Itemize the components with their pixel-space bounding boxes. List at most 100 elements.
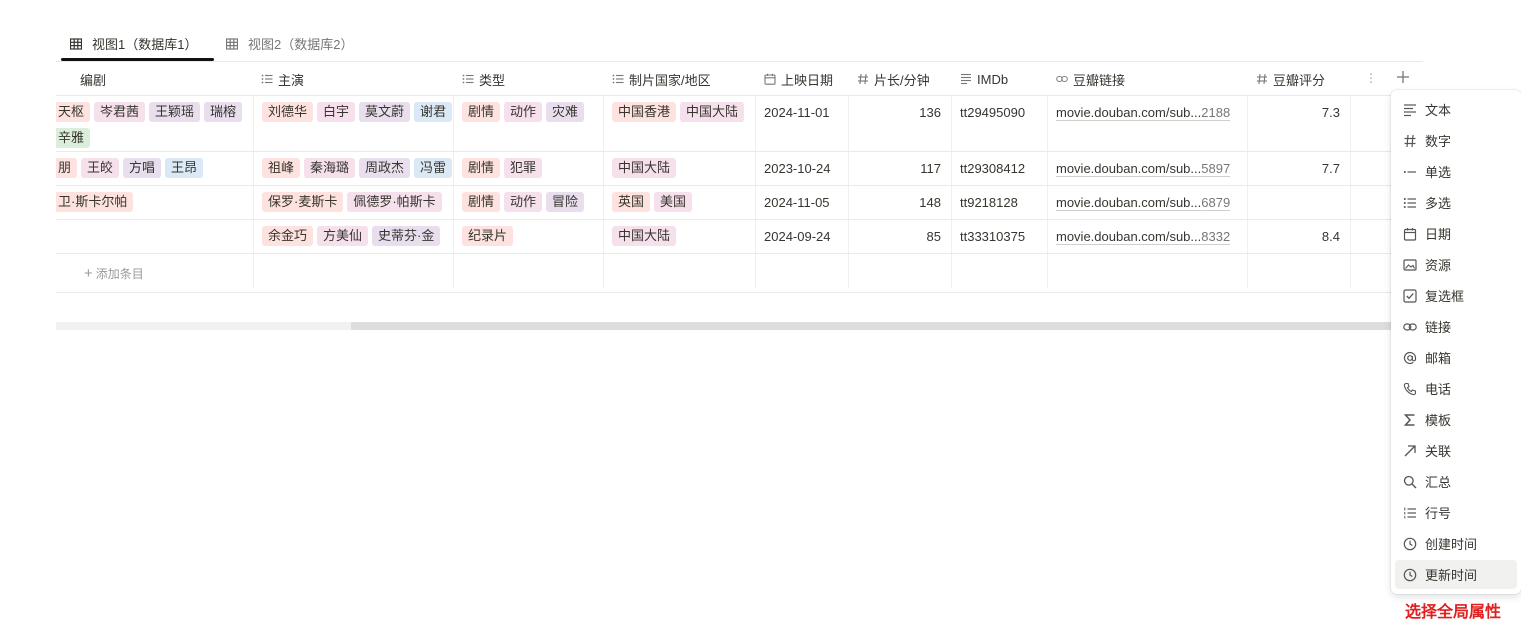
menu-item-email[interactable]: 邮箱 bbox=[1395, 343, 1517, 372]
menu-item-rollup[interactable]: 汇总 bbox=[1395, 467, 1517, 496]
douban-rating-cell[interactable]: 8.4 bbox=[1248, 220, 1350, 253]
table-icon bbox=[226, 37, 238, 50]
genre-tag: 剧情 bbox=[462, 158, 501, 178]
release-date-cell[interactable]: 2023-10-24 bbox=[756, 152, 848, 185]
release-date-cell[interactable]: 2024-09-24 bbox=[756, 220, 848, 253]
phone-icon bbox=[1403, 382, 1417, 395]
douban-link-cell[interactable]: movie.douban.com/sub...5897 bbox=[1048, 152, 1247, 185]
menu-item-link[interactable]: 链接 bbox=[1395, 312, 1517, 341]
imdb-cell[interactable]: tt9218128 bbox=[952, 186, 1047, 219]
country-cell[interactable]: 中国大陆 bbox=[604, 152, 755, 185]
column-header-cast[interactable]: 主演 bbox=[253, 62, 453, 96]
column-header-release-date[interactable]: 上映日期 bbox=[756, 62, 848, 96]
writers-cell[interactable]: 卫·斯卡尔帕 bbox=[56, 186, 253, 219]
menu-item-template[interactable]: 模板 bbox=[1395, 405, 1517, 434]
menu-item-updated-time[interactable]: 更新时间 bbox=[1395, 560, 1517, 589]
douban-rating-cell[interactable]: 7.7 bbox=[1248, 152, 1350, 185]
cast-cell[interactable]: 保罗·麦斯卡 佩德罗·帕斯卡 bbox=[254, 186, 453, 219]
release-date-cell[interactable]: 2024-11-01 bbox=[756, 96, 848, 151]
column-header-length[interactable]: 片长/分钟 bbox=[849, 62, 951, 96]
menu-item-text[interactable]: 文本 bbox=[1395, 95, 1517, 124]
genre-cell[interactable]: 剧情 犯罪 bbox=[454, 152, 603, 185]
table-row[interactable]: 天枢 岑君茜 王颖瑶 瑞榕 辛雅 刘德华 白宇 莫文蔚 谢君 剧情 动作 灾难 bbox=[56, 96, 1423, 152]
calendar-icon bbox=[764, 73, 776, 85]
imdb-cell[interactable]: tt33310375 bbox=[952, 220, 1047, 253]
add-property-button[interactable] bbox=[1394, 68, 1412, 86]
tab-view-1[interactable]: 视图1（数据库1） bbox=[70, 26, 197, 61]
douban-rating-cell[interactable]: 7.3 bbox=[1248, 96, 1350, 151]
menu-item-label: 关联 bbox=[1425, 444, 1452, 459]
douban-link-cell[interactable]: movie.douban.com/sub...6879 bbox=[1048, 186, 1247, 219]
menu-item-row-number[interactable]: 行号 bbox=[1395, 498, 1517, 527]
add-entry-button[interactable]: + 添加条目 bbox=[56, 254, 1423, 293]
menu-item-single-select[interactable]: 单选 bbox=[1395, 157, 1517, 186]
column-label: 豆瓣链接 bbox=[1073, 72, 1126, 88]
imdb-cell[interactable]: tt29495090 bbox=[952, 96, 1047, 151]
length-cell[interactable]: 85 bbox=[849, 220, 951, 253]
menu-item-resource[interactable]: 资源 bbox=[1395, 250, 1517, 279]
release-date-cell[interactable]: 2024-11-05 bbox=[756, 186, 848, 219]
douban-rating-cell[interactable] bbox=[1248, 186, 1350, 219]
menu-item-label: 链接 bbox=[1425, 320, 1452, 335]
view-tabs: 视图1（数据库1） 视图2（数据库2） bbox=[56, 26, 1423, 62]
country-tag: 英国 bbox=[612, 192, 651, 212]
menu-item-created-time[interactable]: 创建时间 bbox=[1395, 529, 1517, 558]
column-header-country[interactable]: 制片国家/地区 bbox=[604, 62, 755, 96]
writers-cell[interactable]: 朋 王皎 方唱 王昂 bbox=[56, 152, 253, 185]
table-row[interactable]: 朋 王皎 方唱 王昂 祖峰 秦海璐 周政杰 冯雷 剧情 犯罪 中国大陆 2023… bbox=[56, 152, 1423, 186]
menu-item-phone[interactable]: 电话 bbox=[1395, 374, 1517, 403]
writers-cell[interactable] bbox=[56, 220, 253, 253]
douban-link-cell[interactable]: movie.douban.com/sub...8332 bbox=[1048, 220, 1247, 253]
country-cell[interactable]: 中国香港 中国大陆 bbox=[604, 96, 755, 151]
column-header-douban-rating[interactable]: 豆瓣评分 bbox=[1248, 62, 1350, 96]
country-tag: 中国大陆 bbox=[612, 158, 677, 178]
country-cell[interactable]: 英国 美国 bbox=[604, 186, 755, 219]
imdb-cell[interactable]: tt29308412 bbox=[952, 152, 1047, 185]
genre-tag: 动作 bbox=[504, 102, 543, 122]
table-row[interactable]: 卫·斯卡尔帕 保罗·麦斯卡 佩德罗·帕斯卡 剧情 动作 冒险 英国 美国 202… bbox=[56, 186, 1423, 220]
menu-item-label: 创建时间 bbox=[1425, 537, 1478, 552]
cast-tag: 冯雷 bbox=[414, 158, 453, 178]
horizontal-scrollbar[interactable] bbox=[56, 322, 1392, 330]
column-header-genre[interactable]: 类型 bbox=[454, 62, 603, 96]
menu-item-date[interactable]: 日期 bbox=[1395, 219, 1517, 248]
douban-link-suffix: 2188 bbox=[1201, 105, 1231, 120]
table-row[interactable]: 余金巧 方美仙 史蒂芬·金 纪录片 中国大陆 2024-09-24 85 tt3… bbox=[56, 220, 1423, 254]
column-header-douban-link[interactable]: 豆瓣链接 bbox=[1048, 62, 1247, 96]
tab-view-2[interactable]: 视图2（数据库2） bbox=[226, 26, 353, 61]
at-icon bbox=[1403, 351, 1417, 364]
cast-cell[interactable]: 刘德华 白宇 莫文蔚 谢君 bbox=[254, 96, 453, 151]
writer-tag: 岑君茜 bbox=[94, 102, 146, 122]
menu-item-relation[interactable]: 关联 bbox=[1395, 436, 1517, 465]
more-options-icon[interactable]: ⋮ bbox=[1365, 70, 1377, 86]
genre-cell[interactable]: 剧情 动作 灾难 bbox=[454, 96, 603, 151]
column-header-writers[interactable]: 编剧 bbox=[72, 62, 252, 96]
douban-link-prefix: movie.douban.com/sub... bbox=[1056, 229, 1202, 244]
length-cell[interactable]: 117 bbox=[849, 152, 951, 185]
annotation-label: 选择全局属性 bbox=[1405, 604, 1502, 621]
text-icon bbox=[961, 73, 971, 85]
menu-item-label: 电话 bbox=[1425, 382, 1452, 397]
writers-cell[interactable]: 天枢 岑君茜 王颖瑶 瑞榕 辛雅 bbox=[56, 96, 253, 151]
column-header-imdb[interactable]: IMDb bbox=[952, 62, 1047, 96]
douban-link-suffix: 8332 bbox=[1201, 229, 1231, 244]
table-icon bbox=[70, 37, 82, 50]
writer-tag: 辛雅 bbox=[56, 128, 91, 148]
cast-tag: 史蒂芬·金 bbox=[372, 226, 441, 246]
menu-item-multi-select[interactable]: 多选 bbox=[1395, 188, 1517, 217]
douban-link-prefix: movie.douban.com/sub... bbox=[1056, 105, 1202, 120]
genre-cell[interactable]: 纪录片 bbox=[454, 220, 603, 253]
menu-item-number[interactable]: 数字 bbox=[1395, 126, 1517, 155]
menu-item-checkbox[interactable]: 复选框 bbox=[1395, 281, 1517, 310]
number-icon bbox=[1404, 134, 1416, 147]
genre-cell[interactable]: 剧情 动作 冒险 bbox=[454, 186, 603, 219]
country-cell[interactable]: 中国大陆 bbox=[604, 220, 755, 253]
length-cell[interactable]: 148 bbox=[849, 186, 951, 219]
cast-cell[interactable]: 余金巧 方美仙 史蒂芬·金 bbox=[254, 220, 453, 253]
menu-item-label: 单选 bbox=[1425, 165, 1452, 180]
length-cell[interactable]: 136 bbox=[849, 96, 951, 151]
cast-cell[interactable]: 祖峰 秦海璐 周政杰 冯雷 bbox=[254, 152, 453, 185]
column-label: 豆瓣评分 bbox=[1273, 72, 1326, 88]
scrollbar-thumb[interactable] bbox=[351, 322, 1392, 330]
douban-link-cell[interactable]: movie.douban.com/sub...2188 bbox=[1048, 96, 1247, 151]
